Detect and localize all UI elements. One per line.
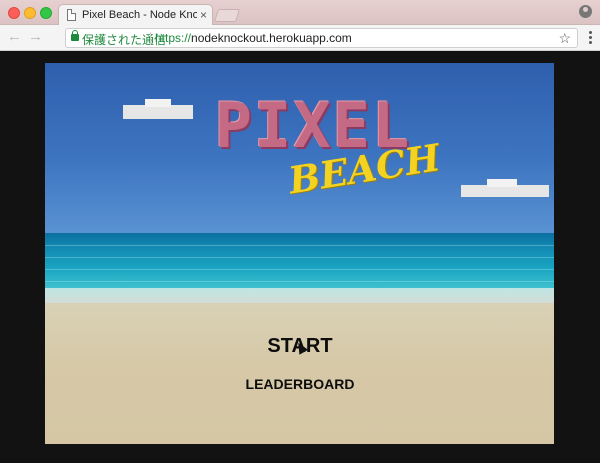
tab-bar: Pixel Beach - Node Knockout 2 × bbox=[0, 0, 600, 26]
document-icon bbox=[67, 9, 76, 21]
browser-toolbar: ← → 保護された通信 https://nodeknockout.herokua… bbox=[0, 25, 600, 51]
lock-icon bbox=[71, 30, 79, 41]
menu-dots-icon[interactable] bbox=[588, 31, 592, 44]
url-host: nodeknockout.herokuapp.com bbox=[191, 31, 352, 45]
close-window-button[interactable] bbox=[8, 7, 20, 19]
url-scheme: https:// bbox=[155, 31, 192, 45]
tab-title: Pixel Beach - Node Knockout 2 bbox=[82, 9, 197, 21]
address-separator bbox=[150, 32, 151, 45]
sand bbox=[45, 303, 554, 444]
cloud-left bbox=[123, 99, 193, 119]
minimize-window-button[interactable] bbox=[24, 7, 36, 19]
game-canvas[interactable]: PIXEL BEACH START LEADERBOARD bbox=[45, 63, 554, 444]
back-button[interactable]: ← bbox=[7, 29, 22, 45]
forward-button[interactable]: → bbox=[28, 29, 43, 45]
close-tab-icon[interactable]: × bbox=[200, 8, 207, 22]
cloud-right bbox=[461, 179, 549, 197]
leaderboard-button[interactable]: LEADERBOARD bbox=[229, 376, 371, 392]
profile-icon[interactable] bbox=[579, 5, 592, 18]
address-bar[interactable]: 保護された通信 https://nodeknockout.herokuapp.c… bbox=[65, 28, 578, 48]
browser-window: Pixel Beach - Node Knockout 2 × ← → 保護され… bbox=[0, 0, 600, 463]
secure-connection-label: 保護された通信 bbox=[82, 33, 167, 47]
url-text: https://nodeknockout.herokuapp.com bbox=[155, 31, 352, 45]
bookmark-star-icon[interactable]: ☆ bbox=[558, 30, 571, 47]
new-tab-button[interactable] bbox=[213, 9, 241, 22]
tab-pixel-beach[interactable]: Pixel Beach - Node Knockout 2 × bbox=[58, 4, 213, 26]
maximize-window-button[interactable] bbox=[40, 7, 52, 19]
